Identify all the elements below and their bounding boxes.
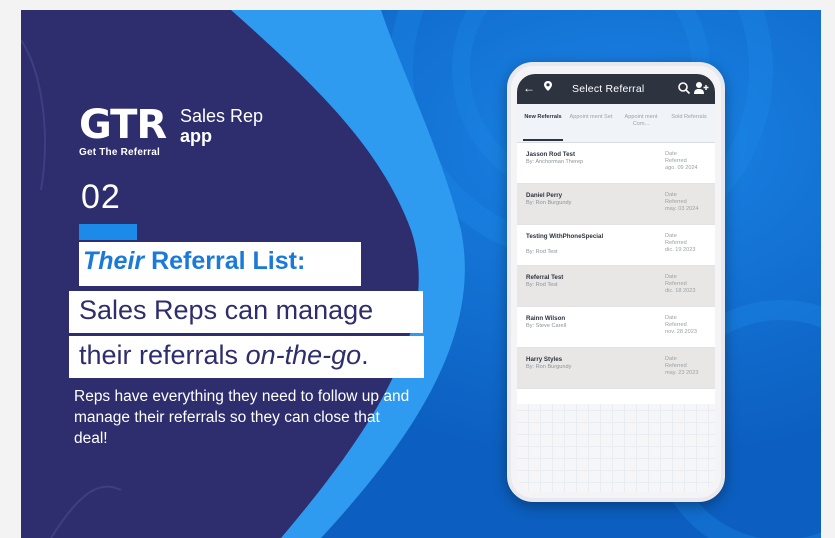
headline-line-2: Sales Reps can manage xyxy=(79,295,374,325)
referral-row[interactable]: Daniel Perry By: Ron Burgundy Date Referr… xyxy=(517,184,715,225)
date-sublabel: Referred xyxy=(665,158,687,164)
app-title-line2: app xyxy=(180,126,213,146)
referral-by: By: Steve Carell xyxy=(526,323,567,329)
date-label: Date xyxy=(665,192,677,198)
referral-row[interactable]: Referral Test By: Rod Test Date Referred d… xyxy=(517,266,715,307)
phone-screen: ← Select Referral New Referrals Appoint … xyxy=(517,74,715,492)
date-value: nov. 28 2023 xyxy=(665,329,697,335)
referral-name: Jasson Rod Test xyxy=(526,151,576,158)
date-value: dic. 18 2023 xyxy=(665,288,696,294)
headline-line-1: Their Referral List: xyxy=(83,247,305,276)
logo-mark: GTR xyxy=(79,102,167,148)
referral-row[interactable]: Rainn Wilson By: Steve Carell Date Referr… xyxy=(517,307,715,348)
referral-date: Date Referred dic. 19 2023 xyxy=(665,233,711,254)
app-title-line1: Sales Rep xyxy=(180,106,264,126)
empty-list-pattern xyxy=(517,404,715,492)
app-top-bar: ← Select Referral xyxy=(517,74,715,104)
headline-line-3: their referrals on-the-go. xyxy=(79,340,369,371)
referral-by: By: Anchorman Therep xyxy=(526,159,584,165)
logo-tagline: Get The Referral xyxy=(79,147,161,158)
date-label: Date xyxy=(665,315,677,321)
tab-appointment-set[interactable]: Appoint ment Set xyxy=(567,114,615,121)
active-tab-indicator xyxy=(523,139,563,141)
date-sublabel: Referred xyxy=(665,240,687,246)
referral-by: By: Rod Test xyxy=(526,249,558,255)
add-user-icon[interactable] xyxy=(693,81,709,95)
referral-date: Date Referred nov. 28 2023 xyxy=(665,315,711,336)
tab-appointment-completed[interactable]: Appoint ment Com... xyxy=(617,114,665,127)
accent-bar xyxy=(79,224,137,240)
search-icon[interactable] xyxy=(677,81,691,95)
date-value: may. 23 2023 xyxy=(665,370,699,376)
referral-row[interactable]: Harry Styles By: Ron Burgundy Date Referr… xyxy=(517,348,715,389)
referral-row[interactable]: Jasson Rod Test By: Anchorman Therep Dat… xyxy=(517,143,715,184)
referral-date: Date Referred may. 03 2024 xyxy=(665,192,711,213)
date-label: Date xyxy=(665,274,677,280)
date-value: may. 03 2024 xyxy=(665,206,699,212)
tab-sold-referrals[interactable]: Sold Referrals xyxy=(665,114,713,121)
referral-name: Harry Styles xyxy=(526,356,563,363)
feature-number: 02 xyxy=(81,178,121,216)
promo-banner: GTR Get The Referral Sales Rep app 02 Th… xyxy=(21,10,821,538)
date-sublabel: Referred xyxy=(665,363,687,369)
back-arrow-icon[interactable]: ← xyxy=(523,81,535,95)
referral-name: Rainn Wilson xyxy=(526,315,566,322)
date-sublabel: Referred xyxy=(665,199,687,205)
referral-by: By: Ron Burgundy xyxy=(526,200,572,206)
gtr-logo: GTR Get The Referral xyxy=(79,102,167,158)
referral-date: Date Referred dic. 18 2023 xyxy=(665,274,711,295)
screen-title: Select Referral xyxy=(572,83,645,95)
headline-italic-word: Their xyxy=(83,247,145,275)
date-label: Date xyxy=(665,151,677,157)
headline-line3-end: . xyxy=(361,340,369,370)
referral-name: Referral Test xyxy=(526,274,564,281)
headline-line1-rest: Referral List: xyxy=(144,247,306,275)
headline-line3-start: their referrals xyxy=(79,340,246,370)
app-title: Sales Rep app xyxy=(180,106,263,146)
referral-date: Date Referred may. 23 2023 xyxy=(665,356,711,377)
page-frame: GTR Get The Referral Sales Rep app 02 Th… xyxy=(0,0,835,538)
date-value: ago. 09 2024 xyxy=(665,165,698,171)
date-value: dic. 19 2023 xyxy=(665,247,696,253)
referral-by: By: Rod Test xyxy=(526,282,558,288)
referral-by: By: Ron Burgundy xyxy=(526,364,572,370)
description-text: Reps have everything they need to follow… xyxy=(74,388,410,447)
referral-tabs: New Referrals Appoint ment Set Appoint m… xyxy=(517,104,715,143)
referral-row[interactable]: Testing WithPhoneSpecial By: Rod Test Da… xyxy=(517,225,715,266)
tab-new-referrals[interactable]: New Referrals xyxy=(519,114,567,121)
date-sublabel: Referred xyxy=(665,322,687,328)
headline-line3-italic: on-the-go xyxy=(245,340,362,370)
referral-name: Testing WithPhoneSpecial xyxy=(526,233,604,240)
date-label: Date xyxy=(665,233,677,239)
date-sublabel: Referred xyxy=(665,281,687,287)
date-label: Date xyxy=(665,356,677,362)
referral-name: Daniel Perry xyxy=(526,192,563,199)
referral-date: Date Referred ago. 09 2024 xyxy=(665,151,711,172)
location-pin-icon xyxy=(544,81,552,91)
phone-mockup: ← Select Referral New Referrals Appoint … xyxy=(507,62,725,502)
